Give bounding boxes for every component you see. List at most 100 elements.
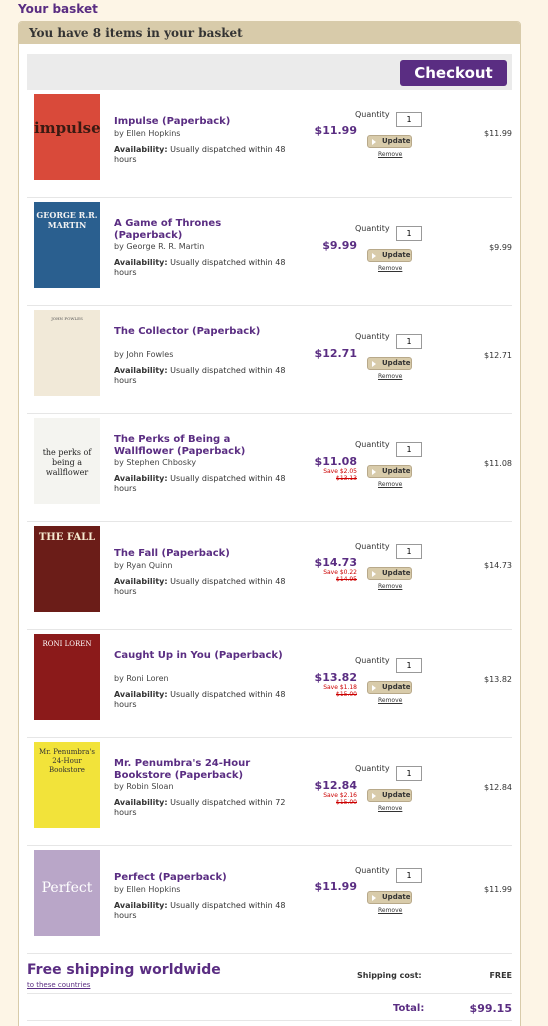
book-title-link[interactable]: A Game of Thrones (Paperback)	[114, 218, 284, 242]
play-arrow-icon	[372, 571, 376, 577]
basket-item: the perks of being a wallflower The Perks…	[27, 414, 512, 522]
book-title-link[interactable]: The Perks of Being a Wallflower (Paperba…	[114, 434, 284, 458]
update-button-label: Update	[382, 251, 411, 259]
shipping-row: Free shipping worldwide to these countri…	[27, 956, 512, 994]
quantity-input[interactable]: 1	[396, 226, 422, 241]
update-button[interactable]: Update	[367, 789, 412, 802]
book-cover-image[interactable]: impulse	[34, 94, 100, 180]
quantity-input[interactable]: 1	[396, 544, 422, 559]
update-button[interactable]: Update	[367, 135, 412, 148]
availability-text: Availability: Usually dispatched within …	[114, 258, 289, 278]
update-button-label: Update	[382, 683, 411, 691]
quantity-label: Quantity	[355, 110, 390, 119]
quantity-input[interactable]: 1	[396, 442, 422, 457]
shipping-countries-link[interactable]: to these countries	[27, 981, 90, 989]
quantity-input[interactable]: 1	[396, 766, 422, 781]
update-button[interactable]: Update	[367, 567, 412, 580]
availability-text: Availability: Usually dispatched within …	[114, 577, 289, 597]
update-button-label: Update	[382, 791, 411, 799]
line-total: $11.99	[484, 129, 512, 138]
quantity-input[interactable]: 1	[396, 112, 422, 127]
update-button-label: Update	[382, 137, 411, 145]
remove-link[interactable]: Remove	[378, 151, 402, 158]
line-total: $9.99	[489, 243, 512, 252]
book-cover-image[interactable]: GEORGE R.R. MARTIN	[34, 202, 100, 288]
remove-link[interactable]: Remove	[378, 481, 402, 488]
update-button[interactable]: Update	[367, 357, 412, 370]
availability-label: Availability:	[114, 474, 168, 483]
saving-amount: Save $0.22	[323, 569, 357, 576]
original-price: $13.13	[336, 475, 357, 482]
book-cover-image[interactable]: JOHN FOWLES	[34, 310, 100, 396]
quantity-label: Quantity	[355, 542, 390, 551]
quantity-input[interactable]: 1	[396, 334, 422, 349]
remove-link[interactable]: Remove	[378, 805, 402, 812]
quantity-label: Quantity	[355, 656, 390, 665]
availability-label: Availability:	[114, 798, 168, 807]
book-cover-image[interactable]: Mr. Penumbra's 24-Hour Bookstore	[34, 742, 100, 828]
quantity-label: Quantity	[355, 866, 390, 875]
basket-item: GEORGE R.R. MARTIN A Game of Thrones (Pap…	[27, 198, 512, 306]
availability-text: Availability: Usually dispatched within …	[114, 901, 289, 921]
book-cover-text: RONI LOREN	[42, 640, 92, 648]
basket-item: Mr. Penumbra's 24-Hour Bookstore Mr. Penu…	[27, 738, 512, 846]
remove-link[interactable]: Remove	[378, 265, 402, 272]
book-title-link[interactable]: Impulse (Paperback)	[114, 116, 284, 128]
availability-text: Availability: Usually dispatched within …	[114, 145, 289, 165]
book-cover-image[interactable]: Perfect	[34, 850, 100, 936]
availability-label: Availability:	[114, 258, 168, 267]
shipping-cost-value: FREE	[489, 971, 512, 980]
book-author: by Stephen Chbosky	[114, 458, 197, 467]
book-cover-text: Perfect	[41, 880, 93, 896]
quantity-input[interactable]: 1	[396, 658, 422, 673]
basket-item: Perfect Perfect (Paperback) by Ellen Hopki…	[27, 846, 512, 954]
remove-link[interactable]: Remove	[378, 907, 402, 914]
availability-text: Availability: Usually dispatched within …	[114, 474, 289, 494]
book-cover-image[interactable]: RONI LOREN	[34, 634, 100, 720]
basket-items-list: impulse Impulse (Paperback) by Ellen Hopki…	[27, 90, 512, 954]
book-author: by Roni Loren	[114, 674, 169, 683]
update-button[interactable]: Update	[367, 681, 412, 694]
saving-amount: Save $1.18	[323, 684, 357, 691]
unit-price: $11.99	[314, 880, 357, 893]
free-shipping-heading: Free shipping worldwide	[27, 962, 221, 978]
total-value: $99.15	[469, 1002, 512, 1015]
update-button[interactable]: Update	[367, 465, 412, 478]
play-arrow-icon	[372, 469, 376, 475]
book-title-link[interactable]: Mr. Penumbra's 24-Hour Bookstore (Paperb…	[114, 758, 284, 782]
availability-text: Availability: Usually dispatched within …	[114, 798, 289, 818]
basket-item: JOHN FOWLES The Collector (Paperback) by J…	[27, 306, 512, 414]
quantity-label: Quantity	[355, 440, 390, 449]
update-button[interactable]: Update	[367, 891, 412, 904]
remove-link[interactable]: Remove	[378, 697, 402, 704]
availability-label: Availability:	[114, 145, 168, 154]
book-title-link[interactable]: The Collector (Paperback)	[114, 326, 284, 338]
availability-text: Availability: Usually dispatched within …	[114, 366, 289, 386]
quantity-input[interactable]: 1	[396, 868, 422, 883]
quantity-label: Quantity	[355, 224, 390, 233]
original-price: $14.95	[336, 576, 357, 583]
remove-link[interactable]: Remove	[378, 373, 402, 380]
update-button[interactable]: Update	[367, 249, 412, 262]
book-cover-image[interactable]: THE FALL	[34, 526, 100, 612]
book-title-link[interactable]: Perfect (Paperback)	[114, 872, 284, 884]
book-title-link[interactable]: The Fall (Paperback)	[114, 548, 284, 560]
unit-price: $14.73	[314, 556, 357, 569]
availability-text: Availability: Usually dispatched within …	[114, 690, 289, 710]
book-title-link[interactable]: Caught Up in You (Paperback)	[114, 650, 284, 662]
line-total: $11.08	[484, 459, 512, 468]
book-cover-text: Mr. Penumbra's 24-Hour Bookstore	[39, 748, 95, 774]
update-button-label: Update	[382, 359, 411, 367]
line-total: $12.84	[484, 783, 512, 792]
book-author: by George R. R. Martin	[114, 242, 205, 251]
basket-item: THE FALL The Fall (Paperback) by Ryan Quin…	[27, 522, 512, 630]
book-cover-text: JOHN FOWLES	[51, 316, 83, 321]
play-arrow-icon	[372, 253, 376, 259]
checkout-bar: Checkout	[27, 54, 512, 90]
remove-link[interactable]: Remove	[378, 583, 402, 590]
book-author: by Robin Sloan	[114, 782, 174, 791]
book-cover-image[interactable]: the perks of being a wallflower	[34, 418, 100, 504]
line-total: $12.71	[484, 351, 512, 360]
availability-label: Availability:	[114, 901, 168, 910]
checkout-button[interactable]: Checkout	[400, 60, 507, 86]
